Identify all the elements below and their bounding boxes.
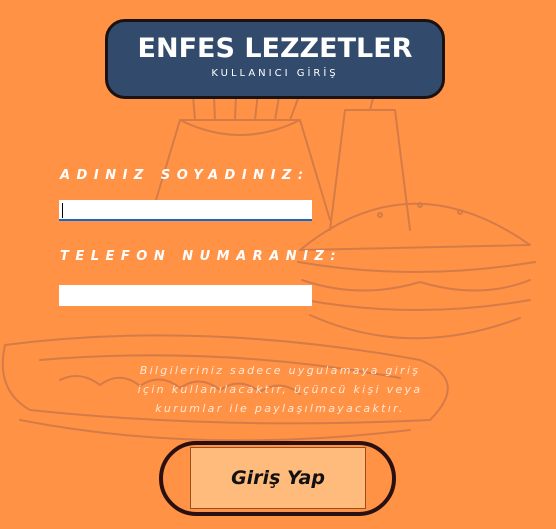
app-header-badge: ENFES LEZZETLER KULLANICI GİRİŞ	[105, 19, 445, 99]
app-subtitle: KULLANICI GİRİŞ	[211, 68, 339, 79]
disclaimer-line: Bilgileriniz sadece uygulamaya giriş	[139, 364, 421, 377]
text-cursor	[62, 203, 63, 218]
phone-input[interactable]	[59, 285, 312, 306]
disclaimer-line: için kullanılacaktır, üçüncü kişi veya	[137, 383, 423, 396]
app-title: ENFES LEZZETLER	[137, 33, 413, 64]
privacy-disclaimer: Bilgileriniz sadece uygulamaya giriş içi…	[60, 361, 500, 418]
name-input[interactable]	[59, 200, 312, 221]
login-button[interactable]: Giriş Yap	[190, 447, 366, 509]
phone-label: TELEFON NUMARANIZ:	[60, 249, 343, 264]
name-label: ADINIZ SOYADINIZ:	[60, 168, 310, 183]
disclaimer-line: kurumlar ile paylaşılmayacaktır.	[155, 402, 405, 415]
